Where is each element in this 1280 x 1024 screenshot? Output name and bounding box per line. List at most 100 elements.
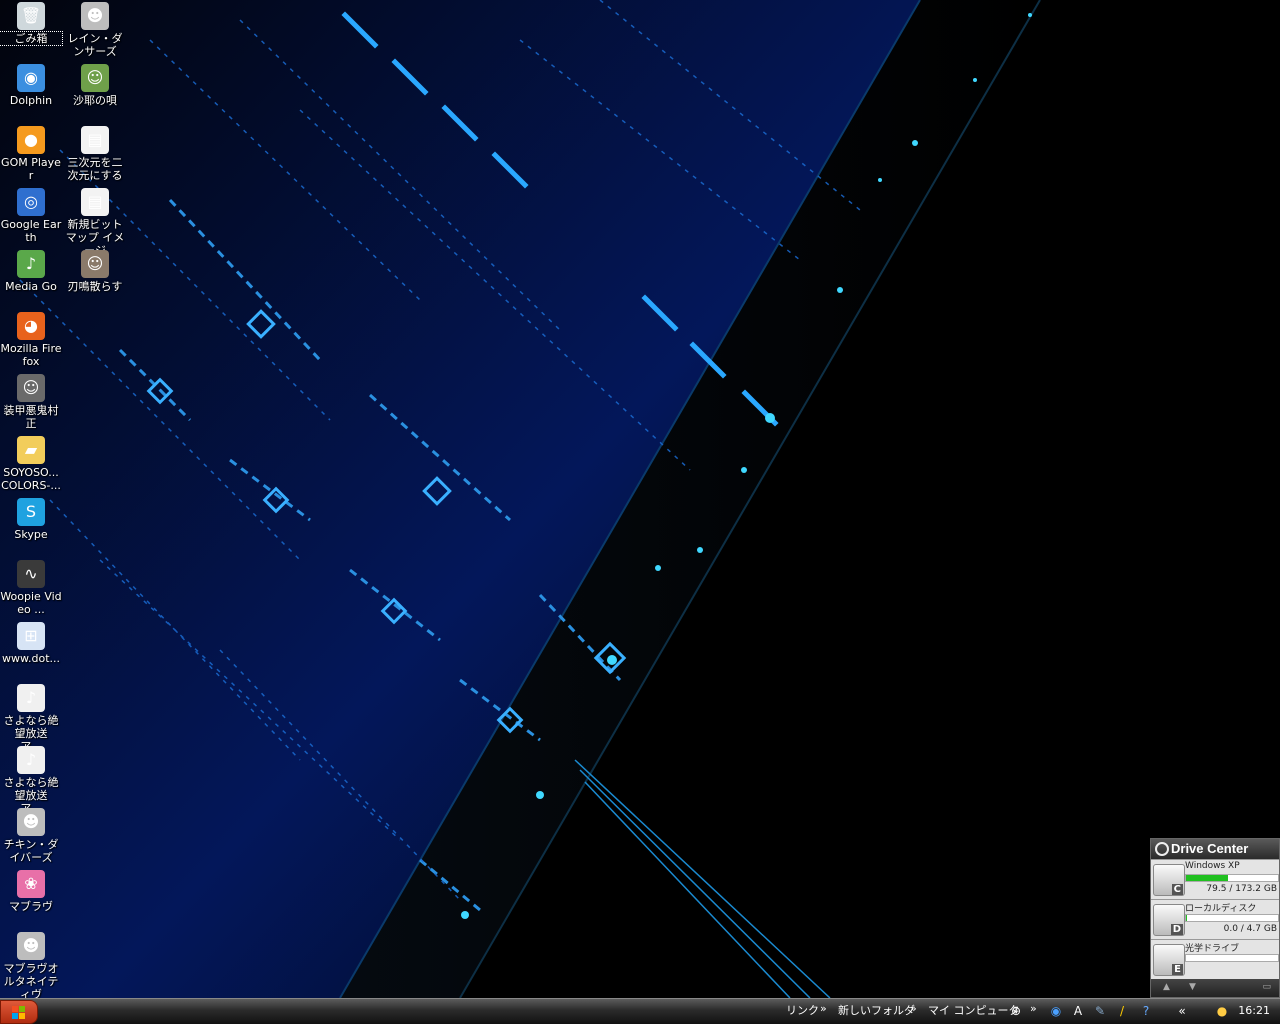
desktop-icon[interactable]: ⊞ www.dot...	[0, 622, 62, 665]
game-character-icon: ☺	[17, 374, 45, 402]
desktop-icon[interactable]: ☻ マブラヴオルタネイティヴ	[0, 932, 62, 998]
toolbar-new-folder-chevron[interactable]: »	[910, 1002, 917, 1015]
media-go-icon: ♪	[17, 250, 45, 278]
desktop-icon-label: GOM Player	[1, 156, 61, 182]
ie-icon[interactable]: ◉	[1048, 1003, 1064, 1019]
desktop-icon-label: マブラヴ	[9, 900, 53, 913]
desktop-icon-label: Media Go	[5, 280, 57, 293]
optical-drive-icon: E	[1153, 944, 1185, 976]
drive-letter: E	[1172, 964, 1183, 975]
drive-row[interactable]: D ローカルディスク 0.0 / 4.7 GB	[1151, 899, 1279, 939]
bitmap-file-icon: ▤	[81, 188, 109, 216]
desktop-icon-label: 装甲悪鬼村正	[3, 404, 59, 430]
desktop-icon[interactable]: ♪さよなら絶望放送 ア...	[0, 684, 62, 753]
desktop-icon-label: Dolphin	[9, 94, 53, 107]
desktop-icon-label: Skype	[14, 528, 48, 541]
drive-row[interactable]: E 光学ドライブ	[1151, 939, 1279, 979]
desktop: 🗑 ごみ箱 ◉ Dolphin ● GOM Player ◎ Google Earth ♪ Med…	[0, 0, 1280, 998]
desktop-icon[interactable]: S Skype	[0, 498, 62, 541]
desktop-icon[interactable]: ● GOM Player	[0, 126, 62, 182]
pencil-icon[interactable]: /	[1114, 1003, 1130, 1019]
desktop-icon-label: 沙耶の唄	[73, 94, 117, 107]
drive-usage-text: 0.0 / 4.7 GB	[1223, 924, 1277, 934]
desktop-icon[interactable]: ☺ 刃鳴散らす	[64, 250, 126, 293]
drive-usage-bar	[1185, 874, 1279, 882]
drive-center-title: Drive Center	[1171, 841, 1249, 856]
drive-name: Windows XP	[1185, 861, 1240, 871]
desktop-icon[interactable]: ∿ Woopie Video ...	[0, 560, 62, 616]
desktop-icon[interactable]: ▤ 三次元を二次元にする	[64, 126, 126, 182]
firefox-icon: ◕	[17, 312, 45, 340]
desktop-icon-label: SOYOSO... COLORS-...	[1, 466, 61, 492]
folder-icon: ▰	[17, 436, 45, 464]
desktop-icon-label: 三次元を二次元にする	[67, 156, 123, 182]
quicklaunch-chevron[interactable]: »	[1030, 1002, 1037, 1015]
desktop-icon[interactable]: ♪ Media Go	[0, 250, 62, 293]
desktop-icon[interactable]: ❀ マブラヴ	[0, 870, 62, 913]
volume-icon[interactable]: ●	[1214, 1003, 1230, 1019]
desktop-icon[interactable]: ◎ Google Earth	[0, 188, 62, 244]
desktop-icon[interactable]: ◕ Mozilla Firefox	[0, 312, 62, 368]
desktop-icon[interactable]: ♪さよなら絶望放送 ア...	[0, 746, 62, 815]
audio-file-icon: ♪	[17, 684, 45, 712]
desktop-icon[interactable]: ☺ 装甲悪鬼村正	[0, 374, 62, 430]
hard-drive-icon: D	[1153, 904, 1185, 936]
desktop-icon[interactable]: ☻ チキン・ダイバーズ	[0, 808, 62, 864]
font-icon[interactable]: A	[1070, 1003, 1086, 1019]
desktop-icon-label: Woopie Video ...	[0, 590, 62, 616]
scroll-up-button[interactable]: ▲	[1163, 982, 1170, 992]
toolbar-my-computer[interactable]: マイ コンピュータ	[928, 1004, 1020, 1018]
gom-player-icon: ●	[17, 126, 45, 154]
desktop-icon[interactable]: ☺ 沙耶の唄	[64, 64, 126, 107]
tools-icon[interactable]: ✎	[1092, 1003, 1108, 1019]
drive-center-title-bar[interactable]: Drive Center	[1151, 839, 1279, 859]
desktop-icon[interactable]: ☻ レイン・ダンサーズ	[64, 2, 126, 58]
desktop-icon-label: チキン・ダイバーズ	[3, 838, 59, 864]
muvluv-icon: ❀	[17, 870, 45, 898]
scroll-down-button[interactable]: ▼	[1189, 982, 1196, 992]
hard-drive-icon: C	[1153, 864, 1185, 896]
desktop-icon[interactable]: 🗑 ごみ箱	[0, 2, 63, 46]
toolbar-links-chevron[interactable]: »	[820, 1002, 827, 1015]
drive-usage-fill	[1186, 915, 1187, 921]
desktop-icon-label: Google Earth	[0, 218, 62, 244]
game-character-icon: ☺	[81, 250, 109, 278]
drive-usage-bar	[1185, 954, 1279, 962]
desktop-icon[interactable]: ▤新規ビットマップ イメージ	[64, 188, 126, 257]
desktop-icon-label: レイン・ダンサーズ	[67, 32, 123, 58]
minimize-gadget-button[interactable]: ▭	[1262, 982, 1271, 992]
help-icon[interactable]: ?	[1138, 1003, 1154, 1019]
drive-letter: C	[1171, 884, 1183, 895]
desktop-icon-label: www.dot...	[2, 652, 60, 665]
tray-expand-button[interactable]: «	[1174, 1003, 1190, 1019]
bitmap-file-icon: ▤	[81, 126, 109, 154]
desktop-icon[interactable]: ◉ Dolphin	[0, 64, 62, 107]
game-icon: ☻	[17, 808, 45, 836]
audio-file-icon: ♪	[17, 746, 45, 774]
drive-letter: D	[1170, 924, 1183, 935]
desktop-icon[interactable]: ▰ SOYOSO... COLORS-...	[0, 436, 62, 492]
wallpaper	[0, 0, 1041, 998]
desktop-icon-label: マブラヴオルタネイティヴ	[3, 962, 59, 998]
drive-row[interactable]: C Windows XP 79.5 / 173.2 GB	[1151, 859, 1279, 899]
drive-name: ローカルディスク	[1185, 904, 1257, 914]
drive-usage-bar	[1185, 914, 1279, 922]
recycle-bin-icon: 🗑	[17, 2, 45, 30]
start-button[interactable]	[0, 1000, 38, 1024]
clock[interactable]: 16:21	[1238, 1004, 1270, 1017]
woopie-video-icon: ∿	[17, 560, 45, 588]
desktop-icon-label: Mozilla Firefox	[0, 342, 62, 368]
toolbar-links[interactable]: リンク	[786, 1004, 819, 1018]
game-character-icon: ☺	[81, 64, 109, 92]
dolphin-icon: ◉	[17, 64, 45, 92]
drive-center-logo-icon	[1155, 842, 1169, 856]
windows-logo-icon	[12, 1006, 25, 1019]
taskbar: リンク » 新しいフォルダ » マイ コンピュータ ⊕ » ◉ A ✎ / ? …	[0, 998, 1280, 1024]
drive-center-gadget[interactable]: Drive Center C Windows XP 79.5 / 173.2 GB D…	[1150, 838, 1280, 998]
game-icon: ☻	[81, 2, 109, 30]
network-icon[interactable]: ⊕	[1008, 1003, 1024, 1019]
drive-usage-text: 79.5 / 173.2 GB	[1206, 884, 1277, 894]
internet-shortcut-icon: ⊞	[17, 622, 45, 650]
desktop-icon-label: ごみ箱	[0, 31, 63, 46]
toolbar-new-folder[interactable]: 新しいフォルダ	[838, 1004, 915, 1018]
